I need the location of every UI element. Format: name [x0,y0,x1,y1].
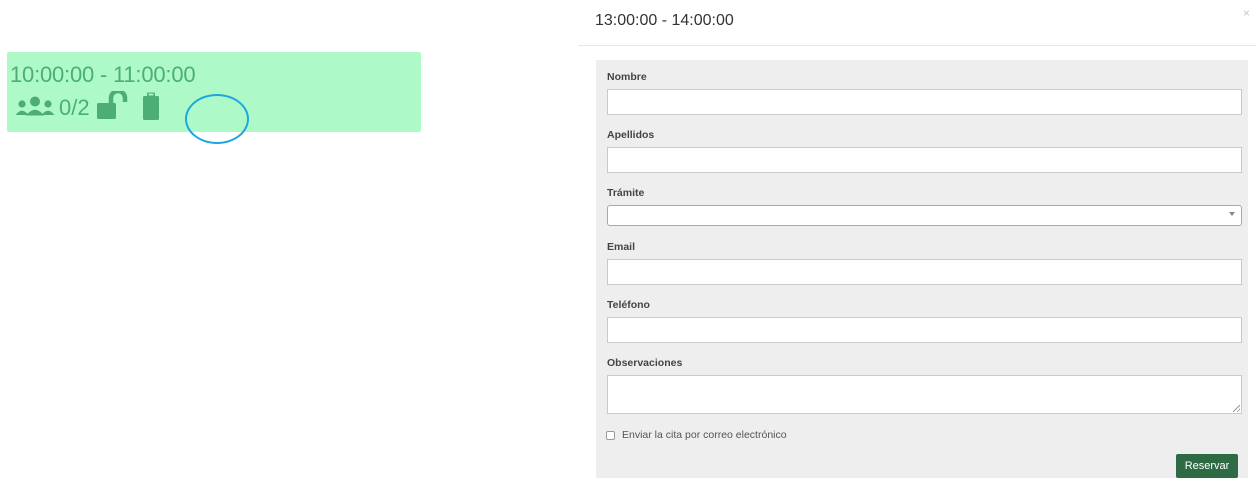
email-input[interactable] [607,259,1242,285]
unlock-icon[interactable] [96,88,130,126]
slot-status-row: 0/2 [15,88,160,126]
slot-occupancy: 0/2 [59,95,90,120]
observaciones-textarea[interactable] [607,375,1242,414]
reservation-form: Nombre Apellidos Trámite Email Teléfono … [596,60,1248,478]
reservation-modal: 13:00:00 - 14:00:00 × Nombre Apellidos T… [578,0,1256,478]
click-highlight-ring [185,94,249,144]
telefono-input[interactable] [607,317,1242,343]
send-email-checkbox[interactable] [606,430,615,440]
reserve-button[interactable]: Reservar [1176,454,1238,478]
users-icon [15,94,55,123]
tramite-label: Trámite [607,187,645,199]
apellidos-label: Apellidos [607,129,655,141]
nombre-input[interactable] [607,89,1242,115]
observaciones-label: Observaciones [607,357,683,369]
modal-header: 13:00:00 - 14:00:00 × [578,0,1256,46]
telefono-label: Teléfono [607,299,650,311]
clipboard-icon[interactable] [142,91,160,126]
send-email-option[interactable]: Enviar la cita por correo electrónico [606,429,787,441]
apellidos-input[interactable] [607,147,1242,173]
send-email-label: Enviar la cita por correo electrónico [622,429,787,441]
modal-title: 13:00:00 - 14:00:00 [595,12,734,29]
tramite-select[interactable] [607,205,1242,226]
close-icon[interactable]: × [1243,6,1250,20]
email-label: Email [607,241,636,253]
nombre-label: Nombre [607,71,647,83]
chevron-down-icon [1229,212,1235,216]
resize-handle-icon[interactable] [1233,405,1240,412]
slot-time-range: 10:00:00 - 11:00:00 [10,62,196,87]
